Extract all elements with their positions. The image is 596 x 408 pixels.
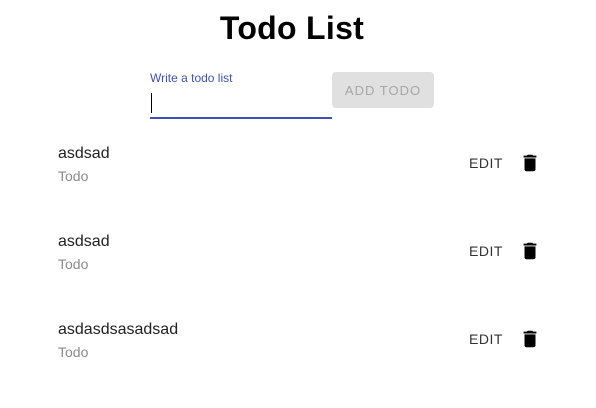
- todo-item: asdsad Todo EDIT: [0, 208, 596, 296]
- todo-list: asdsad Todo EDIT asdsad Todo EDIT asdasd…: [0, 120, 596, 384]
- todo-input-label: Write a todo list: [150, 71, 233, 85]
- todo-input-underline: [150, 117, 332, 119]
- delete-button[interactable]: [517, 150, 543, 176]
- todo-text: asdasdsasadsad: [58, 321, 179, 338]
- todo-text-field[interactable]: Write a todo list: [150, 71, 332, 119]
- todo-status: Todo: [58, 168, 89, 184]
- trash-icon: [523, 242, 537, 260]
- todo-input[interactable]: [150, 89, 332, 117]
- todo-status: Todo: [58, 256, 89, 272]
- trash-icon: [523, 154, 537, 172]
- edit-button[interactable]: EDIT: [463, 149, 509, 177]
- todo-text: asdsad: [58, 145, 110, 162]
- add-todo-button[interactable]: ADD TODO: [332, 72, 434, 108]
- delete-button[interactable]: [517, 326, 543, 352]
- edit-button[interactable]: EDIT: [463, 325, 509, 353]
- todo-text: asdsad: [58, 233, 110, 250]
- todo-item: asdasdsasadsad Todo EDIT: [0, 296, 596, 384]
- todo-app: Todo List Write a todo list ADD TODO asd…: [0, 0, 596, 408]
- edit-button[interactable]: EDIT: [463, 237, 509, 265]
- todo-status: Todo: [58, 344, 89, 360]
- delete-button[interactable]: [517, 238, 543, 264]
- text-caret: [151, 93, 152, 113]
- trash-icon: [523, 330, 537, 348]
- todo-item: asdsad Todo EDIT: [0, 120, 596, 208]
- page-title: Todo List: [219, 10, 365, 46]
